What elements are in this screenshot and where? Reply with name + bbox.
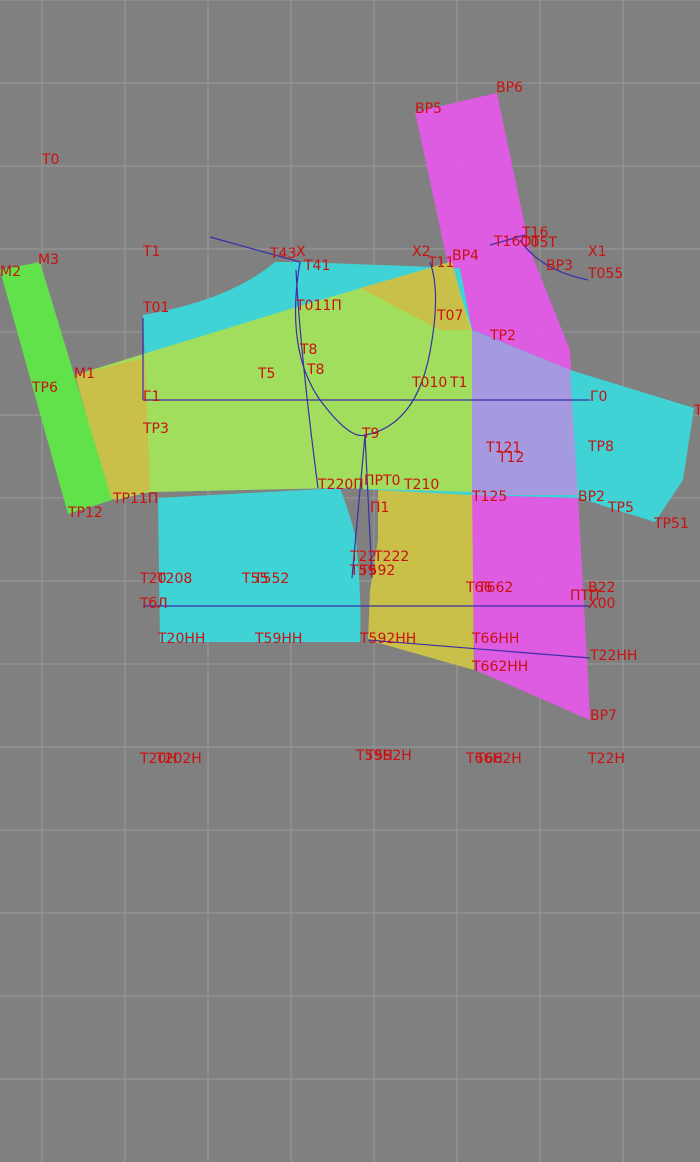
point-label-t662hh: T662HH: [471, 659, 528, 675]
point-label-t05t: T05T: [521, 235, 557, 251]
point-label-g0: Г0: [590, 389, 607, 405]
point-label-t41: T41: [303, 258, 330, 274]
point-label-tp2: TP2: [489, 328, 516, 344]
point-label-bp4: BP4: [452, 248, 479, 264]
point-label-t011p: T011П: [295, 298, 342, 314]
point-label-t20hh: T20HH: [157, 631, 205, 647]
point-label-t0: T0: [41, 152, 59, 168]
point-label-t125: T125: [471, 489, 507, 505]
point-label-t010: T010: [411, 375, 447, 391]
point-label-tbl: TбЛ: [139, 596, 168, 612]
point-label-t592h: T592H: [365, 748, 412, 764]
point-label-m1: M1: [74, 366, 95, 382]
point-label-tp8: TP8: [587, 439, 614, 455]
point-label-bp6: BP6: [496, 80, 523, 96]
point-label-bp2: BP2: [578, 489, 605, 505]
point-label-tp11p: TP11П: [112, 491, 158, 507]
point-label-m2: M2: [0, 264, 21, 280]
point-label-t5: T5: [257, 366, 275, 382]
point-label-t220p: T220П: [317, 477, 364, 493]
point-label-t07: T07: [436, 308, 463, 324]
point-label-t66hh: T66HH: [471, 631, 519, 647]
point-label-t59hh: T59HH: [254, 631, 302, 647]
point-label-m3: M3: [38, 252, 59, 268]
point-label-t055: T055: [587, 266, 623, 282]
point-label-t8a: T8: [299, 342, 317, 358]
point-label-bp5: BP5: [415, 101, 442, 117]
point-label-t8b: T8: [306, 362, 324, 378]
point-label-t9: T9: [361, 426, 379, 442]
point-label-bp7: BP7: [590, 708, 617, 724]
cyan-lower-panel[interactable]: [158, 488, 361, 642]
pattern-canvas[interactable]: T0BP6BP5M2M3 T1 T43 XT41X2T11BP4T16T16OTT05…: [0, 0, 700, 1162]
point-label-t1: T1: [142, 244, 160, 260]
point-label-t43: T43: [269, 246, 296, 262]
point-label-t662h: T662H: [475, 751, 522, 767]
point-label-tp5: TP5: [607, 500, 634, 516]
point-label-t662: T662: [477, 580, 513, 596]
point-label-t12: T12: [497, 450, 524, 466]
point-label-bp3: BP3: [546, 258, 573, 274]
point-label-t592hh: T592HH: [359, 631, 416, 647]
point-label-p1: П1: [370, 500, 389, 516]
point-label-x1: X1: [588, 244, 607, 260]
point-label-tp7: TP7: [693, 403, 700, 419]
point-label-tp51: TP51: [653, 516, 689, 532]
point-label-t202h: T202H: [155, 751, 202, 767]
point-label-t01: T01: [142, 300, 169, 316]
point-label-tp12: TP12: [67, 505, 103, 521]
point-label-x00: X00: [588, 596, 615, 612]
point-label-t552: T552: [253, 571, 289, 587]
point-label-tp6: TP6: [31, 380, 58, 396]
point-label-t1b: T1: [449, 375, 467, 391]
point-label-prt0: ПРТ0: [364, 473, 400, 489]
point-label-g1: Г1: [143, 389, 160, 405]
point-label-tp3: TP3: [142, 421, 169, 437]
point-label-t11: T11: [427, 255, 454, 271]
point-label-t210: T210: [403, 477, 439, 493]
point-label-t592: T592: [359, 563, 395, 579]
point-label-t22h: T22H: [587, 751, 625, 767]
point-label-t208: T208: [156, 571, 192, 587]
point-label-t22hh: T22HH: [589, 648, 637, 664]
